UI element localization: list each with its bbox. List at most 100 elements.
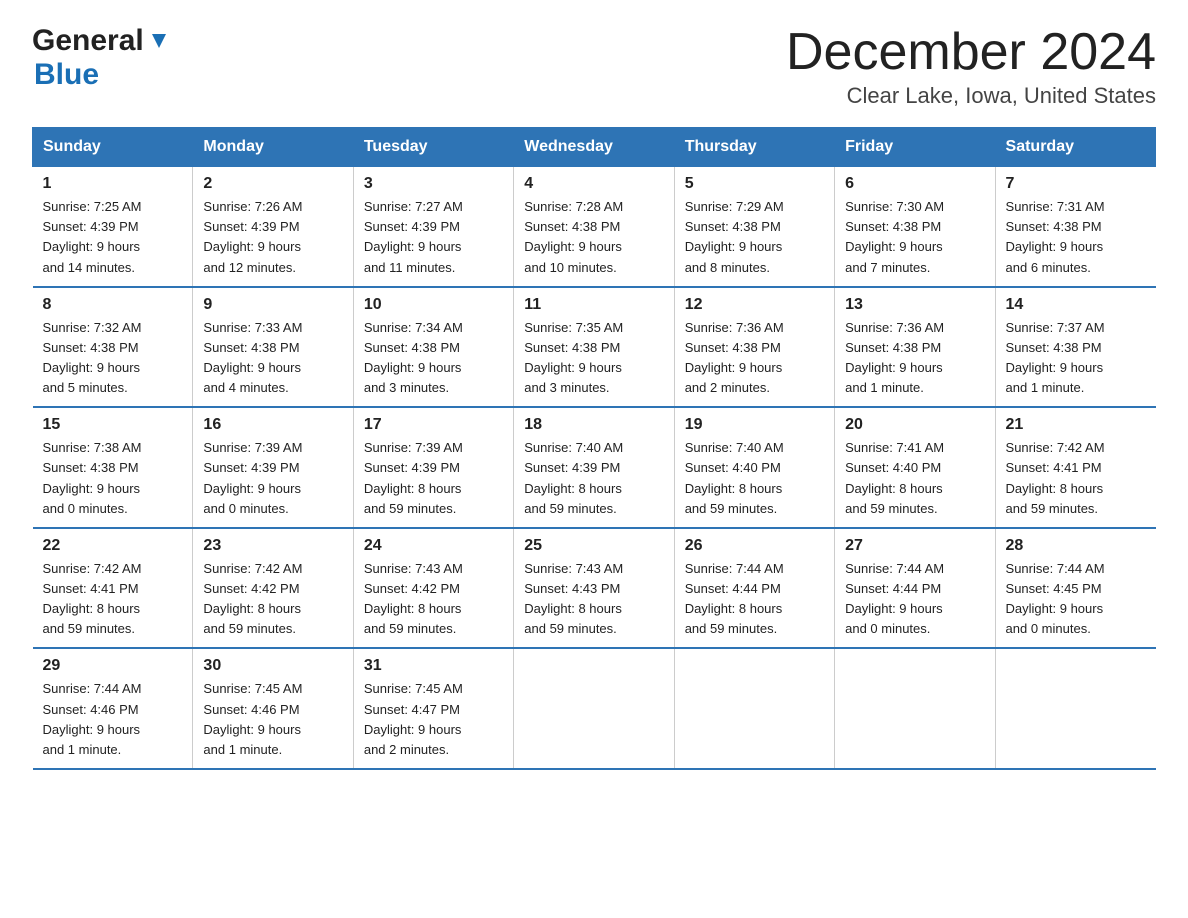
day-info: Sunrise: 7:30 AMSunset: 4:38 PMDaylight:… — [845, 197, 984, 278]
day-info: Sunrise: 7:40 AMSunset: 4:39 PMDaylight:… — [524, 438, 663, 519]
day-number: 23 — [203, 537, 342, 555]
calendar-cell: 14 Sunrise: 7:37 AMSunset: 4:38 PMDaylig… — [995, 287, 1155, 408]
day-number: 3 — [364, 175, 503, 193]
day-number: 5 — [685, 175, 824, 193]
day-info: Sunrise: 7:45 AMSunset: 4:47 PMDaylight:… — [364, 679, 503, 760]
day-info: Sunrise: 7:31 AMSunset: 4:38 PMDaylight:… — [1006, 197, 1146, 278]
calendar-cell: 4 Sunrise: 7:28 AMSunset: 4:38 PMDayligh… — [514, 167, 674, 287]
calendar-cell: 11 Sunrise: 7:35 AMSunset: 4:38 PMDaylig… — [514, 287, 674, 408]
day-number: 4 — [524, 175, 663, 193]
day-info: Sunrise: 7:37 AMSunset: 4:38 PMDaylight:… — [1006, 318, 1146, 399]
calendar-cell: 15 Sunrise: 7:38 AMSunset: 4:38 PMDaylig… — [33, 407, 193, 528]
calendar-cell: 27 Sunrise: 7:44 AMSunset: 4:44 PMDaylig… — [835, 528, 995, 649]
day-number: 28 — [1006, 537, 1146, 555]
day-number: 26 — [685, 537, 824, 555]
calendar-cell: 1 Sunrise: 7:25 AMSunset: 4:39 PMDayligh… — [33, 167, 193, 287]
day-info: Sunrise: 7:26 AMSunset: 4:39 PMDaylight:… — [203, 197, 342, 278]
calendar-subtitle: Clear Lake, Iowa, United States — [786, 83, 1156, 109]
day-info: Sunrise: 7:34 AMSunset: 4:38 PMDaylight:… — [364, 318, 503, 399]
day-number: 20 — [845, 416, 984, 434]
day-number: 19 — [685, 416, 824, 434]
day-of-week-header: Tuesday — [353, 128, 513, 167]
day-number: 9 — [203, 296, 342, 314]
calendar-cell: 18 Sunrise: 7:40 AMSunset: 4:39 PMDaylig… — [514, 407, 674, 528]
calendar-cell: 9 Sunrise: 7:33 AMSunset: 4:38 PMDayligh… — [193, 287, 353, 408]
day-of-week-header: Saturday — [995, 128, 1155, 167]
day-info: Sunrise: 7:44 AMSunset: 4:46 PMDaylight:… — [43, 679, 183, 760]
day-number: 21 — [1006, 416, 1146, 434]
day-of-week-header: Wednesday — [514, 128, 674, 167]
calendar-cell: 8 Sunrise: 7:32 AMSunset: 4:38 PMDayligh… — [33, 287, 193, 408]
calendar-cell: 24 Sunrise: 7:43 AMSunset: 4:42 PMDaylig… — [353, 528, 513, 649]
calendar-header-row: SundayMondayTuesdayWednesdayThursdayFrid… — [33, 128, 1156, 167]
calendar-table: SundayMondayTuesdayWednesdayThursdayFrid… — [32, 127, 1156, 770]
day-info: Sunrise: 7:38 AMSunset: 4:38 PMDaylight:… — [43, 438, 183, 519]
day-number: 27 — [845, 537, 984, 555]
day-info: Sunrise: 7:39 AMSunset: 4:39 PMDaylight:… — [203, 438, 342, 519]
calendar-cell — [674, 648, 834, 769]
day-number: 25 — [524, 537, 663, 555]
day-info: Sunrise: 7:41 AMSunset: 4:40 PMDaylight:… — [845, 438, 984, 519]
calendar-cell: 7 Sunrise: 7:31 AMSunset: 4:38 PMDayligh… — [995, 167, 1155, 287]
page-header: General Blue December 2024 Clear Lake, I… — [32, 24, 1156, 109]
day-info: Sunrise: 7:40 AMSunset: 4:40 PMDaylight:… — [685, 438, 824, 519]
calendar-cell: 5 Sunrise: 7:29 AMSunset: 4:38 PMDayligh… — [674, 167, 834, 287]
logo-arrow — [148, 30, 170, 52]
calendar-cell: 30 Sunrise: 7:45 AMSunset: 4:46 PMDaylig… — [193, 648, 353, 769]
calendar-cell: 17 Sunrise: 7:39 AMSunset: 4:39 PMDaylig… — [353, 407, 513, 528]
logo-general: General — [32, 24, 144, 58]
calendar-week-row: 8 Sunrise: 7:32 AMSunset: 4:38 PMDayligh… — [33, 287, 1156, 408]
day-of-week-header: Thursday — [674, 128, 834, 167]
calendar-cell — [835, 648, 995, 769]
day-number: 18 — [524, 416, 663, 434]
day-number: 15 — [43, 416, 183, 434]
day-info: Sunrise: 7:36 AMSunset: 4:38 PMDaylight:… — [685, 318, 824, 399]
logo-blue: Blue — [32, 58, 99, 92]
day-number: 11 — [524, 296, 663, 314]
day-number: 22 — [43, 537, 183, 555]
day-info: Sunrise: 7:43 AMSunset: 4:42 PMDaylight:… — [364, 559, 503, 640]
calendar-cell: 2 Sunrise: 7:26 AMSunset: 4:39 PMDayligh… — [193, 167, 353, 287]
calendar-week-row: 15 Sunrise: 7:38 AMSunset: 4:38 PMDaylig… — [33, 407, 1156, 528]
day-number: 12 — [685, 296, 824, 314]
day-number: 17 — [364, 416, 503, 434]
day-info: Sunrise: 7:44 AMSunset: 4:44 PMDaylight:… — [845, 559, 984, 640]
day-info: Sunrise: 7:42 AMSunset: 4:42 PMDaylight:… — [203, 559, 342, 640]
day-of-week-header: Monday — [193, 128, 353, 167]
calendar-cell — [514, 648, 674, 769]
day-number: 8 — [43, 296, 183, 314]
calendar-cell: 22 Sunrise: 7:42 AMSunset: 4:41 PMDaylig… — [33, 528, 193, 649]
day-info: Sunrise: 7:43 AMSunset: 4:43 PMDaylight:… — [524, 559, 663, 640]
title-block: December 2024 Clear Lake, Iowa, United S… — [786, 24, 1156, 109]
day-info: Sunrise: 7:39 AMSunset: 4:39 PMDaylight:… — [364, 438, 503, 519]
calendar-cell: 6 Sunrise: 7:30 AMSunset: 4:38 PMDayligh… — [835, 167, 995, 287]
day-number: 16 — [203, 416, 342, 434]
day-info: Sunrise: 7:45 AMSunset: 4:46 PMDaylight:… — [203, 679, 342, 760]
day-number: 6 — [845, 175, 984, 193]
day-info: Sunrise: 7:29 AMSunset: 4:38 PMDaylight:… — [685, 197, 824, 278]
calendar-cell: 28 Sunrise: 7:44 AMSunset: 4:45 PMDaylig… — [995, 528, 1155, 649]
day-info: Sunrise: 7:33 AMSunset: 4:38 PMDaylight:… — [203, 318, 342, 399]
day-info: Sunrise: 7:32 AMSunset: 4:38 PMDaylight:… — [43, 318, 183, 399]
calendar-cell: 3 Sunrise: 7:27 AMSunset: 4:39 PMDayligh… — [353, 167, 513, 287]
calendar-cell: 12 Sunrise: 7:36 AMSunset: 4:38 PMDaylig… — [674, 287, 834, 408]
calendar-cell: 26 Sunrise: 7:44 AMSunset: 4:44 PMDaylig… — [674, 528, 834, 649]
day-info: Sunrise: 7:44 AMSunset: 4:44 PMDaylight:… — [685, 559, 824, 640]
day-of-week-header: Friday — [835, 128, 995, 167]
day-number: 31 — [364, 657, 503, 675]
calendar-cell: 19 Sunrise: 7:40 AMSunset: 4:40 PMDaylig… — [674, 407, 834, 528]
calendar-cell: 21 Sunrise: 7:42 AMSunset: 4:41 PMDaylig… — [995, 407, 1155, 528]
logo: General Blue — [32, 24, 170, 92]
day-of-week-header: Sunday — [33, 128, 193, 167]
calendar-week-row: 22 Sunrise: 7:42 AMSunset: 4:41 PMDaylig… — [33, 528, 1156, 649]
calendar-title: December 2024 — [786, 24, 1156, 81]
day-number: 2 — [203, 175, 342, 193]
calendar-cell: 13 Sunrise: 7:36 AMSunset: 4:38 PMDaylig… — [835, 287, 995, 408]
day-info: Sunrise: 7:25 AMSunset: 4:39 PMDaylight:… — [43, 197, 183, 278]
day-info: Sunrise: 7:35 AMSunset: 4:38 PMDaylight:… — [524, 318, 663, 399]
calendar-week-row: 1 Sunrise: 7:25 AMSunset: 4:39 PMDayligh… — [33, 167, 1156, 287]
day-info: Sunrise: 7:28 AMSunset: 4:38 PMDaylight:… — [524, 197, 663, 278]
day-number: 14 — [1006, 296, 1146, 314]
day-info: Sunrise: 7:42 AMSunset: 4:41 PMDaylight:… — [1006, 438, 1146, 519]
day-number: 1 — [43, 175, 183, 193]
